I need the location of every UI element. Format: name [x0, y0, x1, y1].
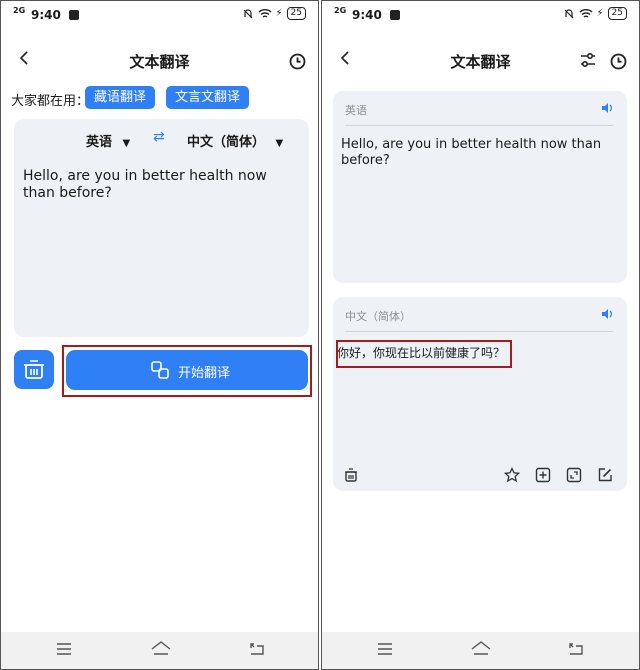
source-card: 英语 Hello, are you in better health now t… [333, 91, 627, 283]
edit-icon[interactable] [597, 467, 613, 483]
settings-button[interactable] [579, 51, 597, 73]
charge-icon: ⚡ [596, 8, 604, 19]
swap-language-button[interactable]: ⇄ [153, 129, 165, 145]
history-button[interactable] [289, 53, 306, 74]
history-button[interactable] [610, 53, 627, 74]
result-card: 中文（简体） [333, 297, 627, 491]
divider [345, 125, 613, 126]
translate-icon [151, 361, 169, 379]
wifi-icon [579, 8, 592, 18]
network-label: 2G [13, 6, 26, 15]
start-translate-label: 开始翻译 [178, 366, 231, 381]
notification-icon [69, 10, 79, 20]
wifi-icon [258, 8, 271, 18]
dnd-icon [564, 8, 573, 18]
translation-result: 你好，你现在比以前健康了吗？ [337, 346, 506, 360]
speaker-icon[interactable] [600, 101, 614, 115]
start-translate-button[interactable]: 开始翻译 [66, 350, 308, 390]
dropdown-icon: ▼ [275, 138, 284, 149]
nav-bar [1, 632, 318, 669]
home-icon[interactable] [470, 640, 492, 656]
back-nav-icon[interactable] [568, 642, 584, 656]
status-bar: 2G 9:40 ⚡ 25 [334, 7, 627, 25]
source-language-select[interactable]: 英语 ▼ [86, 131, 130, 150]
target-language-label: 中文（简体） [345, 310, 411, 323]
trash-basket-icon[interactable] [343, 467, 359, 483]
divider [345, 331, 613, 332]
screen-result: 2G 9:40 ⚡ 25 文本翻译 英语 Hello, are you in b… [321, 0, 640, 670]
common-use-label: 大家都在用： [11, 94, 90, 109]
page-title: 文本翻译 [129, 53, 190, 71]
chip-classical-translate[interactable]: 文言文翻译 [166, 86, 250, 109]
add-icon[interactable] [535, 467, 551, 483]
history-clock-icon [610, 53, 627, 70]
battery-indicator: 25 [607, 7, 627, 20]
menu-icon[interactable] [56, 642, 72, 656]
speaker-icon[interactable] [600, 307, 614, 321]
input-card: 英语 ▼ ⇄ 中文（简体） ▼ Hello, are you in better… [14, 119, 309, 337]
network-label: 2G [334, 6, 347, 15]
status-bar: 2G 9:40 ⚡ 25 [13, 7, 306, 25]
source-text-input[interactable]: Hello, are you in better health now than… [23, 168, 295, 202]
notification-icon [390, 10, 400, 20]
swap-icon: ⇄ [153, 129, 165, 145]
trash-basket-icon [24, 360, 44, 379]
status-time: 9:40 [31, 8, 61, 22]
target-language-select[interactable]: 中文（简体） ▼ [187, 131, 283, 150]
clear-button[interactable] [14, 350, 54, 389]
menu-icon[interactable] [377, 642, 393, 656]
charge-icon: ⚡ [275, 8, 283, 19]
chip-tibetan-translate[interactable]: 藏语翻译 [85, 86, 156, 109]
home-icon[interactable] [150, 640, 172, 656]
dnd-icon [243, 8, 252, 18]
status-time: 9:40 [352, 8, 382, 22]
source-text: Hello, are you in better health now than… [341, 137, 602, 168]
nav-bar [322, 632, 639, 669]
history-clock-icon [289, 53, 306, 70]
expand-icon[interactable] [566, 467, 582, 483]
source-language-label: 英语 [345, 104, 367, 117]
star-icon[interactable] [504, 467, 520, 483]
screen-input: 2G 9:40 ⚡ 25 文本翻译 大家都在用： 藏语翻译 文言文翻译 英语 ▼… [0, 0, 319, 670]
back-nav-icon[interactable] [249, 642, 265, 656]
settings-sliders-icon [581, 52, 595, 68]
battery-indicator: 25 [286, 7, 306, 20]
dropdown-icon: ▼ [122, 138, 131, 149]
